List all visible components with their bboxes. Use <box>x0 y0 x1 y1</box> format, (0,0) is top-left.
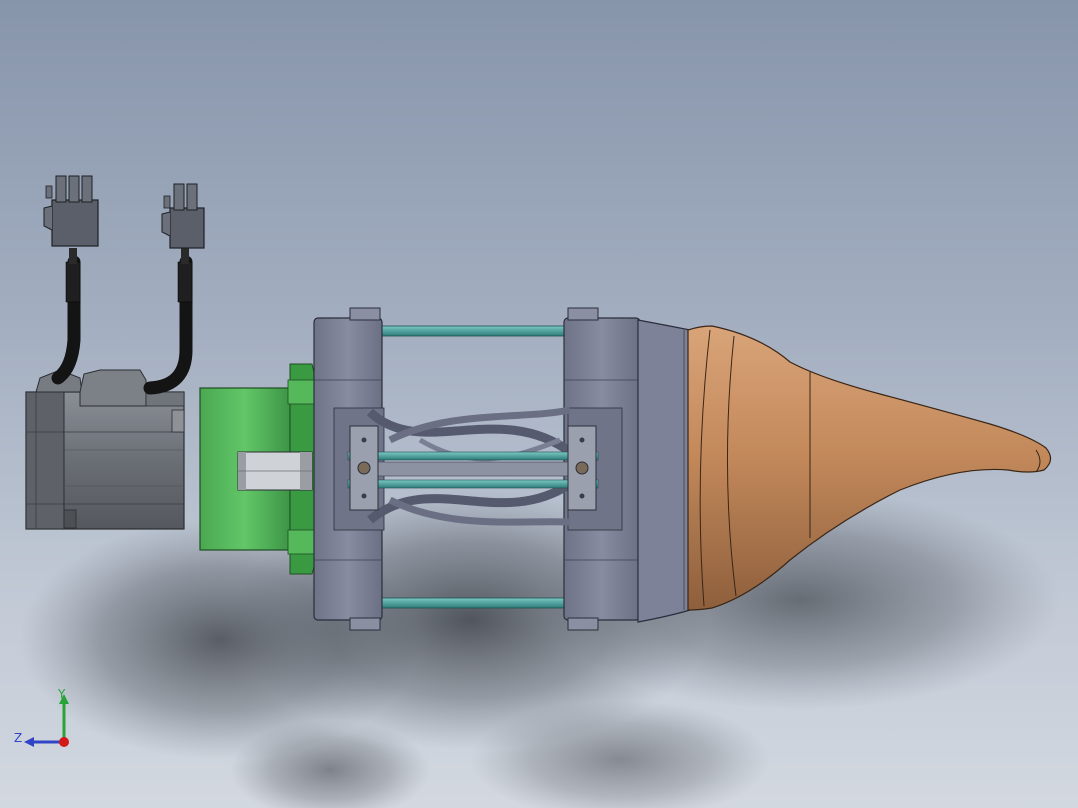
tie-rods-inner <box>347 451 599 489</box>
gearbox-coupling[interactable] <box>199 363 317 575</box>
motor-cables <box>51 248 193 395</box>
x-axis-dot <box>59 737 69 747</box>
encoder-connector[interactable] <box>161 183 205 249</box>
graphics-viewport[interactable]: Y Z <box>0 0 1078 808</box>
bearing-block-right[interactable] <box>567 425 597 511</box>
z-axis-label: Z <box>14 731 22 745</box>
power-connector[interactable] <box>43 175 99 247</box>
ground-shadow <box>20 490 1060 808</box>
servo-motor[interactable] <box>25 369 185 530</box>
nozzle-adapter[interactable] <box>637 319 691 623</box>
coordinate-triad: Y Z <box>14 687 69 747</box>
z-axis-arrowhead <box>24 737 34 747</box>
cad-model-scene[interactable] <box>0 0 1078 808</box>
bearing-block-left[interactable] <box>349 425 379 511</box>
y-axis-label: Y <box>57 687 66 701</box>
